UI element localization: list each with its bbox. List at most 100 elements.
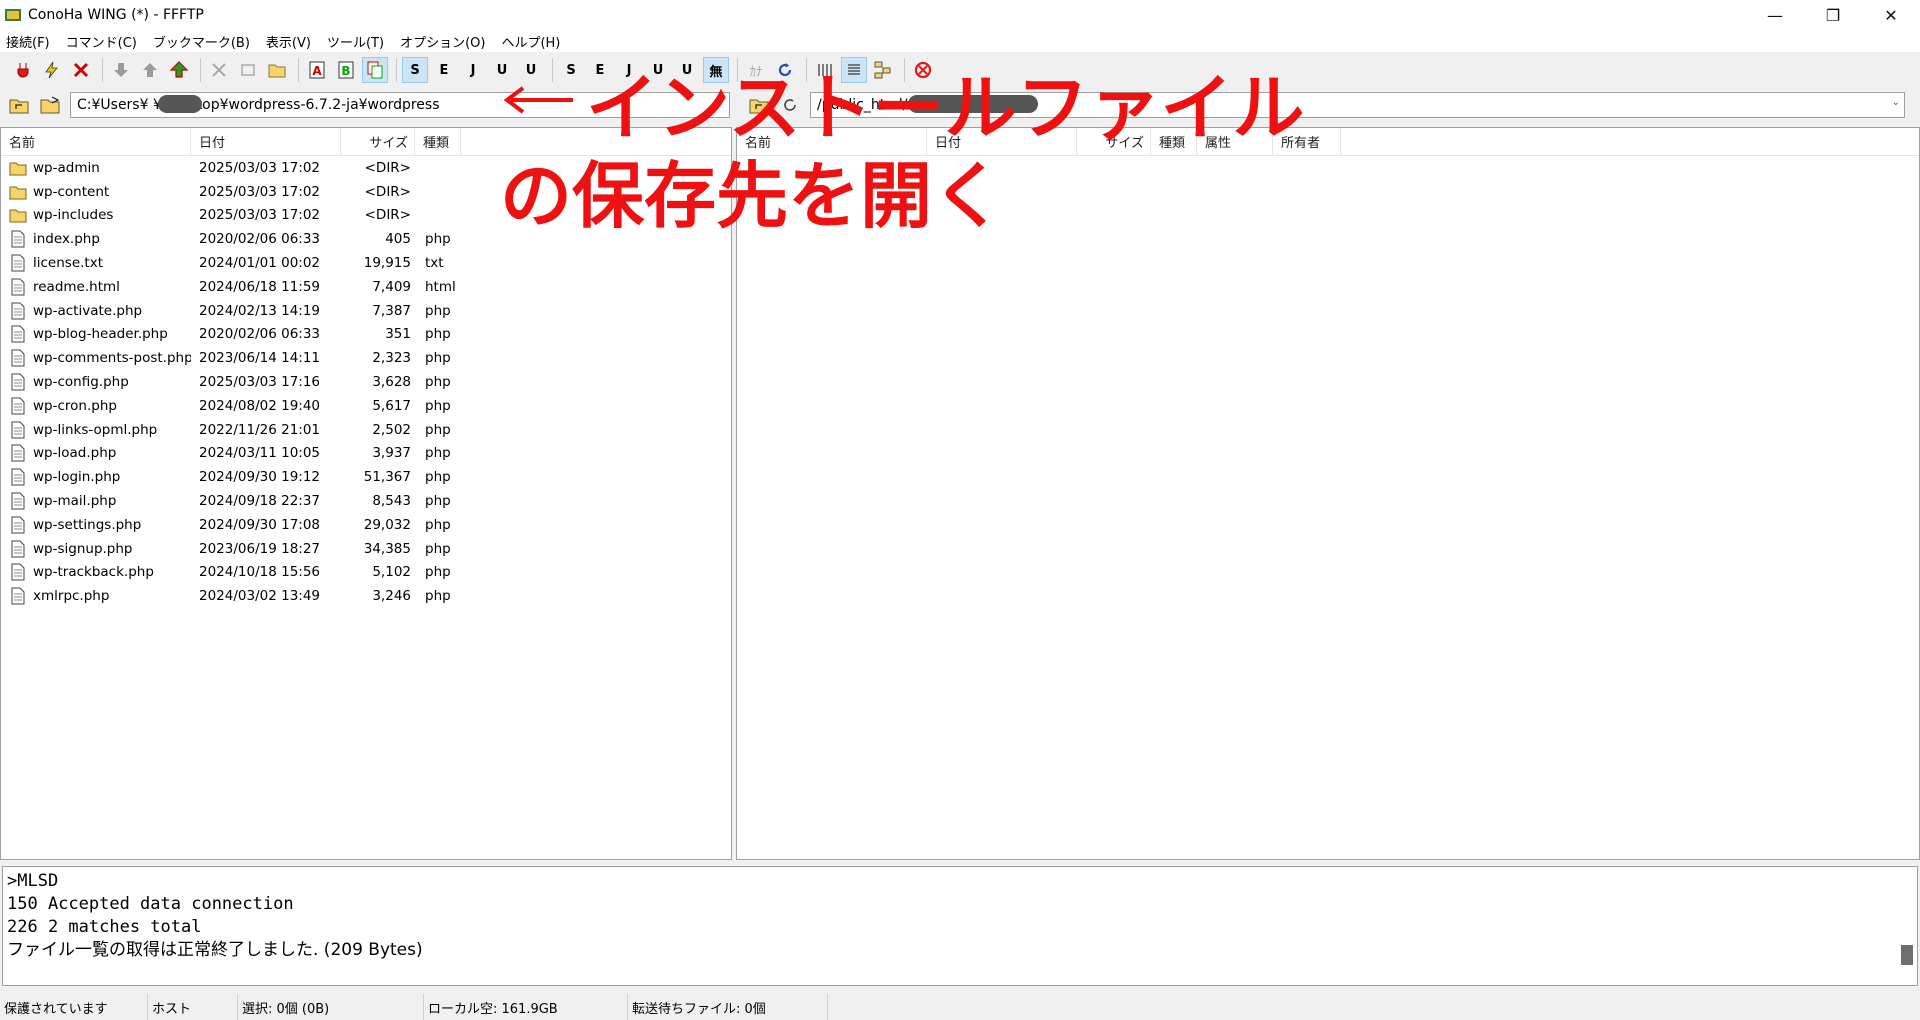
table-row[interactable]: wp-activate.php 2024/02/13 14:19 7,387 php bbox=[1, 299, 731, 323]
table-row[interactable]: license.txt 2024/01/01 00:02 19,915 txt bbox=[1, 251, 731, 275]
table-row[interactable]: wp-config.php 2025/03/03 17:16 3,628 php bbox=[1, 370, 731, 394]
redaction-mark bbox=[158, 95, 202, 113]
file-type: php bbox=[425, 397, 451, 414]
file-size: 8,543 bbox=[372, 493, 411, 510]
log-scrollbar-thumb[interactable] bbox=[1901, 945, 1913, 965]
new-folder-icon[interactable] bbox=[264, 57, 290, 83]
file-size: 5,102 bbox=[372, 564, 411, 581]
table-row[interactable]: wp-cron.php 2024/08/02 19:40 5,617 php bbox=[1, 394, 731, 418]
sjis-icon[interactable]: S bbox=[402, 57, 428, 83]
euc-icon[interactable]: E bbox=[431, 57, 457, 83]
file-name-cell: wp-content bbox=[1, 183, 191, 201]
local-col-date[interactable]: 日付 bbox=[191, 128, 341, 156]
local-parent-folder-icon[interactable] bbox=[6, 92, 32, 118]
file-name: wp-config.php bbox=[33, 374, 129, 391]
close-button[interactable]: ✕ bbox=[1862, 0, 1920, 30]
connect-icon[interactable] bbox=[10, 57, 36, 83]
chevron-down-icon[interactable]: ⌄ bbox=[1892, 97, 1900, 108]
file-date: 2020/02/06 06:33 bbox=[199, 326, 321, 343]
file-size: 2,323 bbox=[372, 350, 411, 367]
maximize-button[interactable]: ❐ bbox=[1804, 0, 1862, 30]
auto-mode-icon[interactable] bbox=[362, 57, 388, 83]
table-row[interactable]: xmlrpc.php 2024/03/02 13:49 3,246 php bbox=[1, 584, 731, 608]
rename-icon[interactable] bbox=[235, 57, 261, 83]
disconnect-icon[interactable] bbox=[68, 57, 94, 83]
file-size: 29,032 bbox=[363, 516, 411, 533]
file-name-cell: wp-activate.php bbox=[1, 302, 191, 320]
folder-icon bbox=[9, 162, 27, 176]
file-type: php bbox=[425, 564, 451, 581]
status-security: 保護されています bbox=[0, 994, 148, 1020]
file-date: 2024/06/18 11:59 bbox=[199, 278, 321, 295]
menu-command[interactable]: コマンド(C) bbox=[66, 32, 137, 51]
file-name-cell: wp-admin bbox=[1, 159, 191, 177]
quick-connect-icon[interactable] bbox=[39, 57, 65, 83]
local-col-size[interactable]: サイズ bbox=[341, 128, 415, 156]
local-open-folder-icon[interactable] bbox=[38, 92, 64, 118]
table-row[interactable]: wp-mail.php 2024/09/18 22:37 8,543 php bbox=[1, 489, 731, 513]
file-date: 2025/03/03 17:02 bbox=[199, 183, 321, 200]
file-date: 2022/11/26 21:01 bbox=[199, 421, 321, 438]
file-date: 2024/09/30 17:08 bbox=[199, 516, 321, 533]
file-date: 2024/02/13 14:19 bbox=[199, 302, 321, 319]
file-date: 2024/10/18 15:56 bbox=[199, 564, 321, 581]
file-size: 3,937 bbox=[372, 445, 411, 462]
local-col-name[interactable]: 名前 bbox=[1, 128, 191, 156]
file-size: <DIR> bbox=[364, 159, 411, 176]
delete-icon[interactable] bbox=[206, 57, 232, 83]
table-row[interactable]: wp-comments-post.php 2023/06/14 14:11 2,32… bbox=[1, 346, 731, 370]
file-icon bbox=[11, 587, 25, 605]
file-size: 7,387 bbox=[372, 302, 411, 319]
file-type: php bbox=[425, 516, 451, 533]
svg-text:A: A bbox=[312, 64, 322, 78]
menu-option[interactable]: オプション(O) bbox=[400, 32, 485, 51]
toolbar-separator bbox=[298, 58, 299, 82]
file-date: 2024/09/18 22:37 bbox=[199, 493, 321, 510]
file-name: wp-signup.php bbox=[33, 540, 133, 557]
log-panel[interactable]: >MLSD 150 Accepted data connection 226 2… bbox=[2, 866, 1918, 986]
jis-icon[interactable]: J bbox=[460, 57, 486, 83]
folder-icon bbox=[9, 186, 27, 200]
file-name-cell: readme.html bbox=[1, 278, 191, 296]
upload-arrow-icon[interactable] bbox=[137, 57, 163, 83]
file-name: index.php bbox=[33, 231, 100, 248]
file-date: 2024/08/02 19:40 bbox=[199, 397, 321, 414]
file-date: 2024/03/11 10:05 bbox=[199, 445, 321, 462]
annotation-line2: の保存先を開く bbox=[500, 154, 1005, 238]
ascii-mode-icon[interactable]: A bbox=[304, 57, 330, 83]
binary-mode-icon[interactable]: B bbox=[333, 57, 359, 83]
status-local-free: ローカル空: 161.9GB bbox=[424, 994, 628, 1020]
mirror-upload-icon[interactable] bbox=[166, 57, 192, 83]
table-row[interactable]: wp-links-opml.php 2022/11/26 21:01 2,502 ph… bbox=[1, 418, 731, 442]
minimize-button[interactable]: — bbox=[1746, 0, 1804, 30]
file-date: 2024/01/01 00:02 bbox=[199, 255, 321, 272]
file-type: txt bbox=[425, 255, 444, 272]
file-size: 3,246 bbox=[372, 588, 411, 605]
file-type: php bbox=[425, 231, 451, 248]
table-row[interactable]: wp-trackback.php 2024/10/18 15:56 5,102 php bbox=[1, 561, 731, 585]
file-type: php bbox=[425, 326, 451, 343]
annotation-text: インストールファイル の保存先を開く bbox=[500, 64, 1305, 240]
table-row[interactable]: wp-settings.php 2024/09/30 17:08 29,032 php bbox=[1, 513, 731, 537]
menu-bookmark[interactable]: ブックマーク(B) bbox=[153, 32, 250, 51]
file-size: 19,915 bbox=[363, 255, 411, 272]
toolbar-separator bbox=[200, 58, 201, 82]
menu-connect[interactable]: 接続(F) bbox=[6, 32, 50, 51]
table-row[interactable]: wp-blog-header.php 2020/02/06 06:33 351 php bbox=[1, 323, 731, 347]
menu-view[interactable]: 表示(V) bbox=[266, 32, 311, 51]
local-col-type[interactable]: 種類 bbox=[415, 128, 461, 156]
file-size: 351 bbox=[385, 326, 411, 343]
window-title: ConoHa WING (*) - FFFTP bbox=[28, 7, 204, 23]
menu-tool[interactable]: ツール(T) bbox=[327, 32, 384, 51]
table-row[interactable]: wp-login.php 2024/09/30 19:12 51,367 php bbox=[1, 465, 731, 489]
status-bar: 保護されています ホスト 選択: 0個 (0B) ローカル空: 161.9GB … bbox=[0, 994, 1920, 1020]
table-row[interactable]: wp-signup.php 2023/06/19 18:27 34,385 php bbox=[1, 537, 731, 561]
menu-help[interactable]: ヘルプ(H) bbox=[501, 32, 560, 51]
file-name: wp-login.php bbox=[33, 469, 121, 486]
table-row[interactable]: wp-load.php 2024/03/11 10:05 3,937 php bbox=[1, 442, 731, 466]
table-row[interactable]: readme.html 2024/06/18 11:59 7,409 html bbox=[1, 275, 731, 299]
file-type: php bbox=[425, 469, 451, 486]
file-name-cell: wp-load.php bbox=[1, 444, 191, 462]
file-name: wp-comments-post.php bbox=[33, 350, 191, 367]
download-arrow-icon[interactable] bbox=[108, 57, 134, 83]
